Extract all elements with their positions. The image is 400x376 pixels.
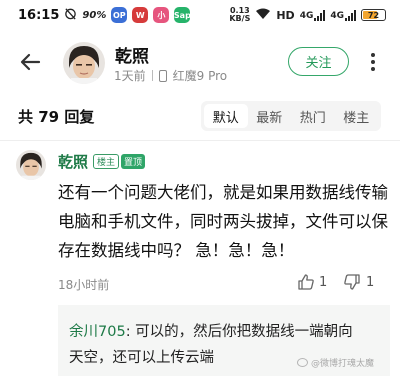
author-name[interactable]: 乾照 <box>115 42 149 67</box>
owner-badge: 楼主 <box>93 154 120 169</box>
signal-2-icon: 4G <box>330 9 356 21</box>
comment-time: 18小时前 <box>58 278 110 292</box>
meta-divider <box>151 70 153 81</box>
post-meta: 1天前 红魔9 Pro <box>114 67 227 84</box>
comment-line: 电脑和手机文件，同时两头拔掉，文件可以保 <box>58 212 388 231</box>
top-nav: 乾照 1天前 红魔9 Pro 关注 <box>0 34 400 90</box>
speed-indicator: 90% <box>82 9 107 21</box>
tab-hot[interactable]: 热门 <box>291 104 335 128</box>
section-divider <box>0 140 400 141</box>
tab-latest[interactable]: 最新 <box>248 104 292 128</box>
phone-icon <box>158 69 167 82</box>
pinned-badge: 置顶 <box>121 154 146 169</box>
watermark-text: @微博打魂太魔 <box>311 359 375 369</box>
tab-default[interactable]: 默认 <box>204 104 248 128</box>
follow-button[interactable]: 关注 <box>288 47 349 76</box>
author-avatar[interactable] <box>63 42 105 84</box>
back-arrow-icon[interactable] <box>19 50 43 74</box>
battery-icon: 72 <box>361 9 386 21</box>
thumbs-down-icon[interactable] <box>343 273 361 291</box>
nested-reply-author[interactable]: 余川705 <box>69 324 126 340</box>
watermark: @微博打魂太魔 <box>297 356 374 369</box>
app-icon-2: W <box>132 7 149 23</box>
comment-body: 还有一个问题大佬们，就是如果用数据线传输 电脑和手机文件，同时两头拔掉，文件可以… <box>58 178 390 265</box>
alarm-off-icon <box>64 7 77 23</box>
reply-count: 共 79 回复 <box>18 108 95 126</box>
app-icon-1: OP <box>111 7 128 23</box>
like-count: 1 <box>319 275 328 290</box>
app-icon-3: 小 <box>153 7 170 23</box>
sort-tabs: 默认 最新 热门 楼主 <box>201 101 381 131</box>
commenter-avatar[interactable] <box>16 150 46 180</box>
signal-1-icon: 4G <box>300 9 326 21</box>
network-speed: 0.13 KB/S <box>229 6 251 23</box>
hd-indicator: HD <box>276 8 295 22</box>
post-time: 1天前 <box>114 69 146 83</box>
nested-reply-line: 余川705: 可以的，然后你把数据线一端朝向 <box>69 319 380 345</box>
status-bar: 16:15 90% OP W 小 Sap 0.13 KB/S HD 4G 4G … <box>0 0 400 30</box>
status-time: 16:15 <box>18 7 60 23</box>
more-options-icon[interactable] <box>368 50 378 74</box>
nested-reply-text: : 可以的，然后你把数据线一端朝向 <box>125 324 353 340</box>
commenter-name[interactable]: 乾照 <box>58 151 88 172</box>
weibo-logo-icon <box>297 358 308 367</box>
tab-owner[interactable]: 楼主 <box>335 104 379 128</box>
dislike-count: 1 <box>366 275 375 290</box>
comment-line: 存在数据线中吗？ 急！急！急！ <box>58 241 295 260</box>
device-name: 红魔9 Pro <box>172 69 228 83</box>
thumbs-up-icon[interactable] <box>297 273 315 291</box>
wifi-icon <box>255 8 271 23</box>
app-icon-4: Sap <box>174 7 191 23</box>
comment-line: 还有一个问题大佬们，就是如果用数据线传输 <box>58 183 388 202</box>
